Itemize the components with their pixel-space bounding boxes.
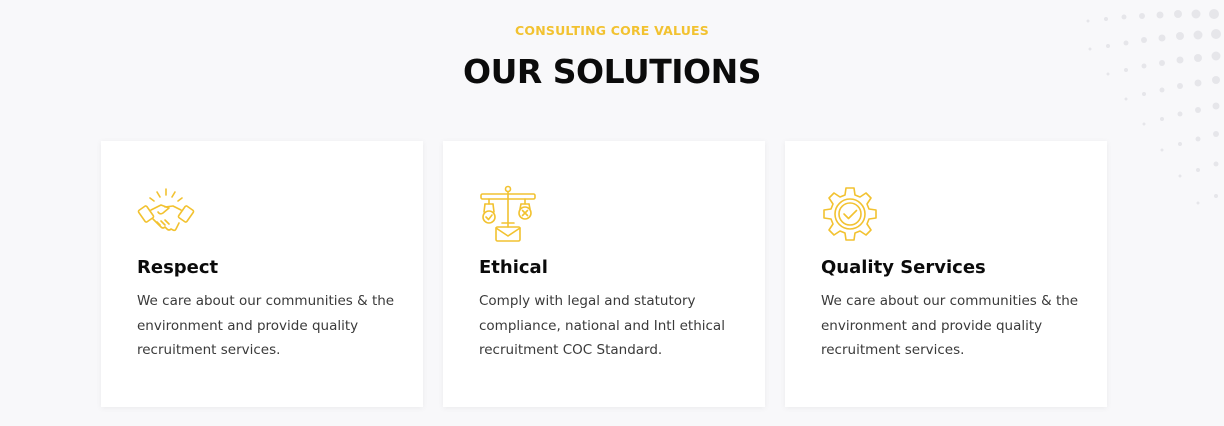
handshake-icon	[137, 188, 195, 232]
card-title: Quality Services	[821, 257, 986, 278]
section-title: OUR SOLUTIONS	[463, 52, 761, 91]
scale-justice-icon	[480, 185, 536, 242]
card-description: We care about our communities & the envi…	[821, 293, 1079, 358]
card-description: Comply with legal and statutory complian…	[479, 293, 725, 358]
card-title: Respect	[137, 257, 219, 278]
value-card-ethical: Ethical Comply with legal and statutory …	[443, 141, 765, 407]
card-title: Ethical	[479, 257, 548, 278]
card-description: We care about our communities & the envi…	[137, 293, 395, 358]
value-card-quality-services: Quality Services We care about our commu…	[785, 141, 1107, 407]
section-eyebrow: CONSULTING CORE VALUES	[515, 23, 709, 38]
value-card-respect: Respect We care about our communities & …	[101, 141, 423, 407]
gear-check-icon	[823, 187, 877, 241]
